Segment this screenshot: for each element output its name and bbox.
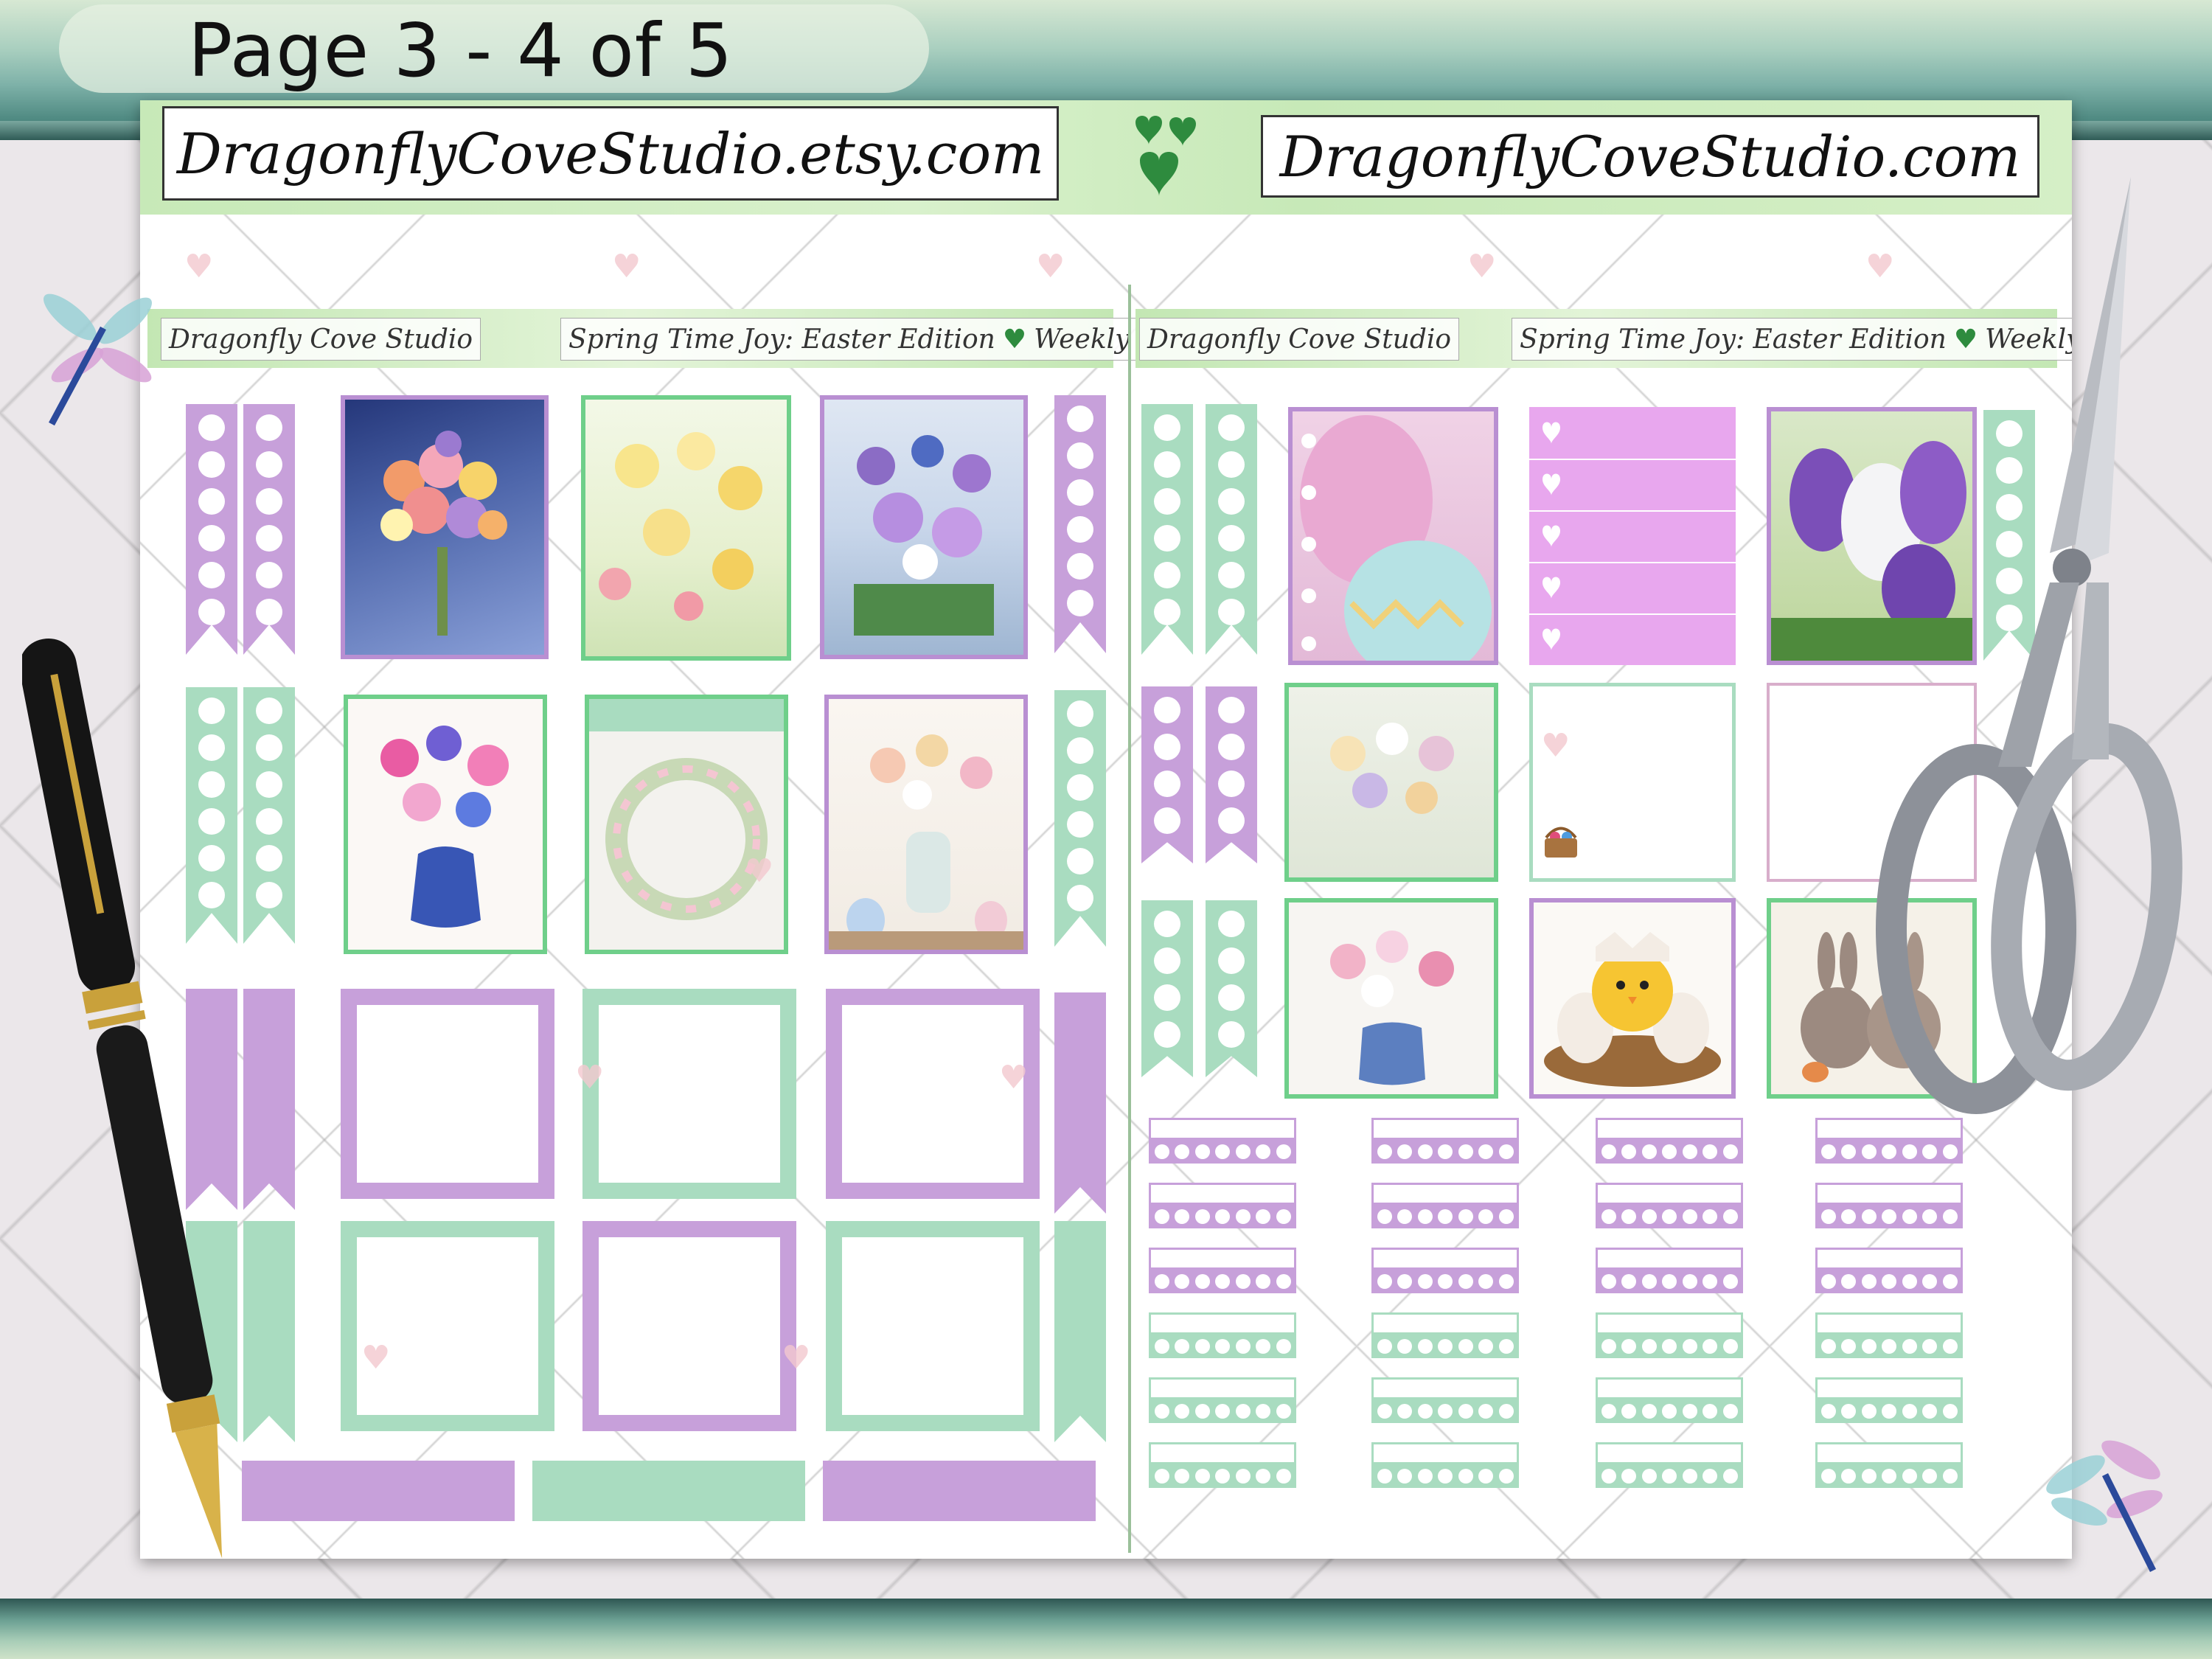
vase-bouquet-sticker [344,695,547,954]
flag-sticker [186,404,237,655]
habit-tracker-sticker [1149,1248,1296,1293]
flag-sticker-blank [243,989,295,1210]
heart-cluster-icon [1135,116,1196,196]
left-heart-icon: ♥ [1002,324,1027,355]
faint-heart-icon: ♥ [184,248,214,285]
habit-tracker-sticker [1596,1312,1743,1358]
purple-bouquet-sticker [820,395,1028,659]
flag-sticker [1141,404,1193,655]
faint-heart-icon: ♥ [575,1059,605,1096]
bouquet-illustration [1330,723,1454,814]
flag-sticker-blank [243,1221,295,1442]
flag-sticker [243,687,295,944]
etsy-domain-label: DragonflyCoveStudio.etsy.com [162,106,1059,201]
left-brand-label: Dragonfly Cove Studio [161,318,481,361]
habit-tracker-sticker [1371,1377,1519,1423]
faint-heart-icon: ♥ [361,1339,391,1377]
box-frame-sticker [826,1221,1040,1431]
bouquet-illustration [854,435,994,636]
habit-tracker-sticker [1149,1377,1296,1423]
bouquet-illustration [380,431,507,636]
page-label: Page 3 - 4 of 5 [188,7,734,94]
flag-sticker-blank [1054,992,1106,1214]
habit-tracker-sticker [1149,1442,1296,1488]
daffodil-illustration [599,432,762,621]
faint-heart-icon: ♥ [745,852,774,890]
flag-sticker [1206,404,1257,655]
left-theme-text: Spring Time Joy: Easter Edition [568,324,995,355]
wreath-sticker [585,695,788,954]
vase-illustration [380,726,509,928]
habit-tracker-sticker [1149,1118,1296,1164]
wreath-illustration [605,758,768,920]
habit-tracker-sticker [1371,1183,1519,1228]
flag-sticker [1206,686,1257,863]
box-frame-sticker [582,1221,796,1431]
flag-sticker-blank [1054,1221,1106,1442]
pastel-bouquet-sticker [1284,683,1498,882]
habit-tracker-sticker [1815,1312,1963,1358]
faint-heart-icon: ♥ [782,1339,811,1377]
flag-sticker [1054,395,1106,653]
faint-heart-icon: ♥ [1467,248,1497,285]
habit-tracker-sticker [1815,1248,1963,1293]
vase-still-life-sticker [824,695,1028,954]
easter-basket-icon [1545,827,1577,858]
easter-eggs-sticker [1288,407,1498,665]
habit-tracker-sticker [1596,1377,1743,1423]
habit-tracker-sticker [1149,1183,1296,1228]
faint-heart-icon: ♥ [612,248,641,285]
habit-tracker-sticker [1596,1118,1743,1164]
vase-illustration [1330,931,1454,1085]
habit-tracker-sticker [1815,1183,1963,1228]
habit-tracker-sticker [1815,1377,1963,1423]
basket-box-sticker [1529,683,1736,882]
habit-tracker-sticker [1371,1248,1519,1293]
habit-tracker-sticker [1371,1312,1519,1358]
habit-tracker-sticker [1371,1442,1519,1488]
habit-tracker-sticker [1149,1312,1296,1358]
eggs-illustration [1300,415,1492,661]
wide-block-sticker [823,1461,1096,1521]
left-theme-label: Spring Time Joy: Easter Edition ♥ Weekly [560,318,1138,361]
chick-illustration [1544,932,1721,1087]
easter-chick-sticker [1529,898,1736,1099]
flag-sticker [1141,900,1193,1077]
still-life-illustration [829,734,1023,950]
sheet-divider [1128,285,1131,1553]
flag-sticker [1141,686,1193,863]
daffodil-sticker [581,395,791,661]
wide-block-sticker [532,1461,805,1521]
habit-tracker-sticker [1596,1183,1743,1228]
checklist-sticker [1529,407,1736,665]
habit-tracker-sticker [1815,1442,1963,1488]
sticker-sheet: DragonflyCoveStudio.etsy.com DragonflyCo… [140,100,2072,1559]
faint-heart-icon: ♥ [1036,248,1065,285]
right-brand-label: Dragonfly Cove Studio [1139,318,1460,361]
dragonfly-icon [44,293,152,426]
left-weekly-text: Weekly [1034,324,1130,355]
heart-checkbox-icons [1543,422,1560,650]
box-frame-sticker [582,989,796,1199]
fountain-pen [22,638,223,1559]
flag-sticker [1206,900,1257,1077]
flag-sticker [243,404,295,655]
flower-bouquet-sticker [341,395,549,659]
box-frame-sticker [341,989,554,1199]
scissors [1876,177,2183,1114]
bottom-landscape-band [0,1599,2212,1659]
spring-vase-sticker [1284,898,1498,1099]
faint-heart-icon: ♥ [1541,727,1571,765]
habit-tracker-sticker [1371,1118,1519,1164]
habit-tracker-sticker [1596,1248,1743,1293]
box-frame-sticker [341,1221,554,1431]
wide-block-sticker [242,1461,515,1521]
flag-sticker [1054,690,1106,947]
faint-heart-icon: ♥ [999,1059,1029,1096]
habit-tracker-sticker [1596,1442,1743,1488]
dragonfly-icon [2046,1440,2163,1573]
